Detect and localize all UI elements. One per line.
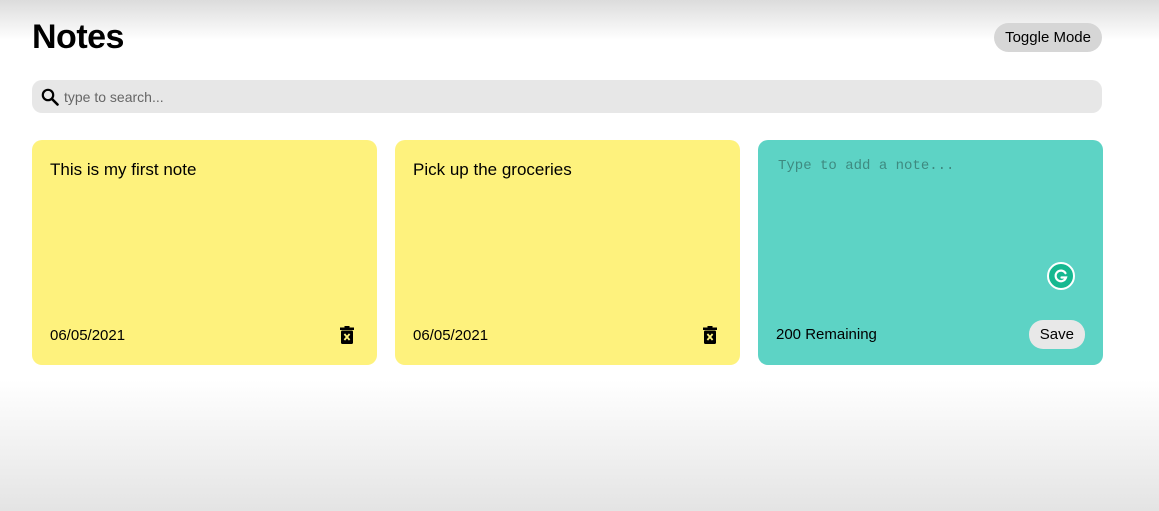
new-note-card: 200 Remaining Save <box>758 140 1103 365</box>
search-bar[interactable] <box>32 80 1102 113</box>
toggle-mode-button[interactable]: Toggle Mode <box>994 22 1102 52</box>
remaining-count: 200 Remaining <box>776 326 877 343</box>
search-input[interactable] <box>64 88 964 105</box>
search-icon <box>40 87 60 107</box>
notes-list: This is my first note 06/05/2021 Pick up… <box>32 140 1103 365</box>
note-footer: 06/05/2021 <box>413 325 718 345</box>
note-card: Pick up the groceries 06/05/2021 <box>395 140 740 365</box>
trash-icon[interactable] <box>702 325 718 345</box>
page-title: Notes <box>32 17 124 56</box>
save-button[interactable]: Save <box>1028 320 1085 349</box>
new-note-input[interactable] <box>778 158 1078 278</box>
note-text: This is my first note <box>50 160 197 179</box>
note-date: 06/05/2021 <box>413 326 489 344</box>
note-card: This is my first note 06/05/2021 <box>32 140 377 365</box>
note-footer: 06/05/2021 <box>50 325 355 345</box>
grammarly-icon[interactable] <box>1047 262 1075 290</box>
note-date: 06/05/2021 <box>50 326 126 344</box>
header: Notes Toggle Mode <box>32 14 1102 60</box>
note-text: Pick up the groceries <box>413 160 572 179</box>
trash-icon[interactable] <box>339 325 355 345</box>
new-note-footer: 200 Remaining Save <box>776 320 1085 349</box>
